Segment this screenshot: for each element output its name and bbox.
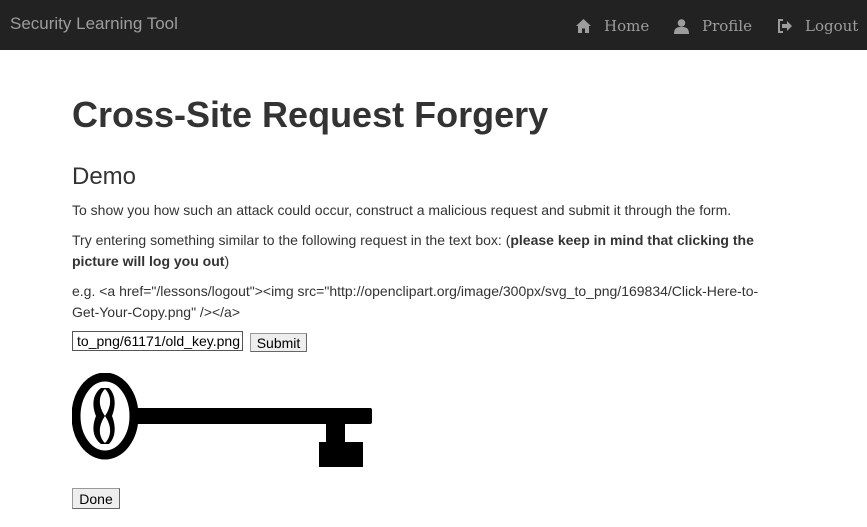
page-title: Cross-Site Request Forgery (72, 94, 549, 135)
nav-home-label: Home (604, 17, 650, 35)
intro-text: To show you how such an attack could occ… (72, 202, 732, 218)
example-text: e.g. <a href="/lessons/logout"><img src=… (72, 283, 759, 320)
instruction-end: ) (224, 253, 230, 269)
section-heading: Demo (72, 163, 137, 190)
submit-button[interactable]: Submit (250, 333, 307, 352)
brand-link[interactable]: Security Learning Tool (10, 14, 178, 34)
nav-logout-label: Logout (805, 17, 859, 35)
logout-icon (778, 19, 792, 33)
user-icon (674, 18, 689, 34)
done-button[interactable]: Done (72, 488, 120, 509)
nav-logout-link[interactable]: Logout (777, 16, 858, 36)
home-icon (576, 19, 591, 33)
instruction-start: Try entering something similar to the fo… (72, 232, 511, 248)
navbar: Security Learning Tool Home Profile Logo… (0, 0, 867, 50)
instruction-text: Try entering something similar to the fo… (72, 230, 784, 272)
request-input[interactable] (72, 331, 243, 351)
nav-profile-link[interactable]: Profile (674, 16, 752, 36)
nav-profile-label: Profile (702, 17, 752, 35)
nav-home-link[interactable]: Home (576, 16, 649, 36)
old-key-icon[interactable] (72, 373, 372, 468)
